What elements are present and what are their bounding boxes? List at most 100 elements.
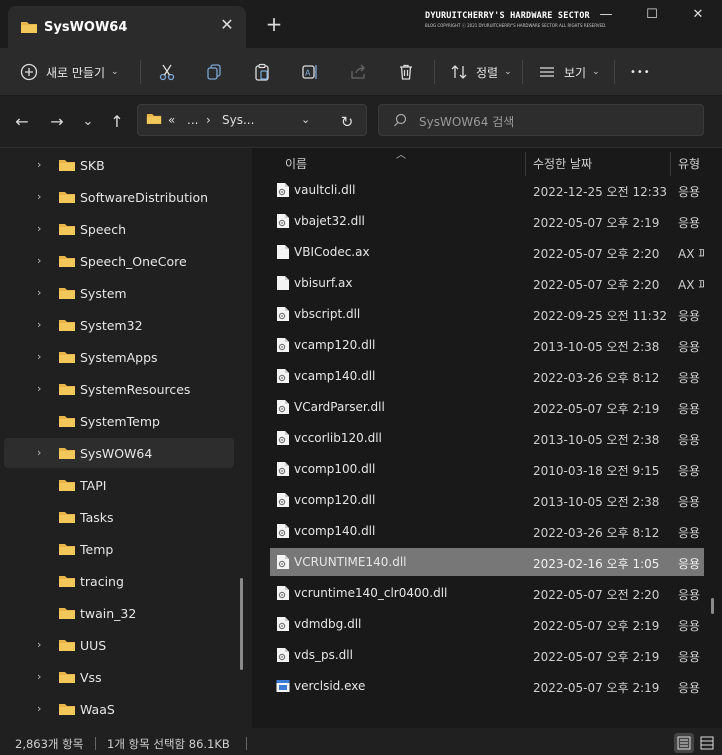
nav-tree-item[interactable]: › SystemApps <box>4 342 234 372</box>
forward-arrow-icon[interactable]: → <box>45 110 69 134</box>
file-row[interactable]: vcomp100.dll 2010-03-18 오전 9:15 응용 <box>270 455 704 483</box>
view-button[interactable]: 보기 ⌄ <box>538 56 600 88</box>
watermark-subtitle: BLOG COPYRIGHT ⓒ 2021 DYURUITCHERRY'S HA… <box>425 23 607 28</box>
file-row[interactable]: vcomp140.dll 2022-03-26 오후 8:12 응용 <box>270 517 704 545</box>
column-divider[interactable] <box>670 152 671 176</box>
address-path[interactable]: « ... › Sys... ⌄ <box>137 104 367 136</box>
nav-tree-item[interactable]: › UUS <box>4 630 234 660</box>
nav-tree-item[interactable]: › System <box>4 278 234 308</box>
minimize-button[interactable]: — <box>583 0 629 32</box>
chevron-right-icon[interactable]: › <box>37 254 49 268</box>
file-date: 2022-05-07 오후 2:20 <box>533 278 660 292</box>
sort-button[interactable]: 정렬 ⌄ <box>450 56 512 88</box>
chevron-right-icon[interactable]: › <box>37 446 49 460</box>
selection-info: 1개 항목 선택함 86.1KB <box>107 737 230 751</box>
copy-icon[interactable] <box>200 58 228 86</box>
search-box[interactable]: SysWOW64 검색 <box>378 104 704 136</box>
nav-tree-item[interactable]: SystemTemp <box>4 406 234 436</box>
chevron-right-icon[interactable]: › <box>37 382 49 396</box>
chevron-right-icon[interactable]: › <box>37 222 49 236</box>
file-row[interactable]: vcruntime140_clr0400.dll 2022-05-07 오전 2:… <box>270 579 704 607</box>
cut-icon[interactable] <box>153 58 181 86</box>
file-row[interactable]: vcamp120.dll 2013-10-05 오전 2:38 응용 <box>270 331 704 359</box>
column-date[interactable]: 수정한 날짜 <box>533 155 592 172</box>
file-row[interactable]: VCardParser.dll 2022-05-07 오후 2:19 응용 <box>270 393 704 421</box>
column-divider[interactable] <box>525 152 526 176</box>
file-list-scrollbar[interactable] <box>711 598 714 614</box>
nav-scrollbar[interactable] <box>240 578 243 670</box>
back-arrow-icon[interactable]: ← <box>10 110 34 134</box>
more-options-button[interactable]: ••• <box>630 56 651 88</box>
nav-tree-item[interactable]: › SystemResources <box>4 374 234 404</box>
nav-tree-item[interactable]: tracing <box>4 566 234 596</box>
column-name[interactable]: 이름 <box>285 155 307 172</box>
path-ellipsis[interactable]: ... <box>187 113 198 127</box>
nav-tree-item[interactable]: › SKB <box>4 150 234 180</box>
folder-icon <box>58 190 76 207</box>
new-tab-button[interactable]: + <box>262 12 286 36</box>
nav-tree-label: twain_32 <box>80 606 137 621</box>
refresh-icon[interactable]: ↻ <box>335 110 359 134</box>
chevron-right-icon[interactable]: › <box>37 190 49 204</box>
nav-tree-item[interactable]: › WaaS <box>4 694 234 724</box>
file-type: 응용 <box>678 650 701 664</box>
nav-tree-item[interactable]: › Vss <box>4 662 234 692</box>
nav-tree-item[interactable]: › SysWOW64 <box>4 438 234 468</box>
nav-tree-label: Speech_OneCore <box>80 254 187 269</box>
nav-tree-item[interactable]: › SoftwareDistribution <box>4 182 234 212</box>
nav-tree-label: SysWOW64 <box>80 446 153 461</box>
dll-file-icon <box>276 399 290 415</box>
share-icon[interactable] <box>344 58 372 86</box>
file-row[interactable]: vbscript.dll 2022-09-25 오전 11:32 응용 <box>270 300 704 328</box>
maximize-button[interactable]: ☐ <box>629 0 675 32</box>
chevron-right-icon[interactable]: › <box>37 350 49 364</box>
nav-tree-item[interactable]: › Speech_OneCore <box>4 246 234 276</box>
nav-tree-item[interactable]: › Speech <box>4 214 234 244</box>
file-row[interactable]: vccorlib120.dll 2013-10-05 오전 2:38 응용 <box>270 424 704 452</box>
nav-tree-label: SystemTemp <box>80 414 160 429</box>
up-arrow-icon[interactable]: ↑ <box>105 110 129 134</box>
file-row[interactable]: vcamp140.dll 2022-03-26 오후 8:12 응용 <box>270 362 704 390</box>
file-row[interactable]: vaultcli.dll 2022-12-25 오전 12:33 응용 <box>270 176 704 204</box>
file-row[interactable]: vcomp120.dll 2013-10-05 오전 2:38 응용 <box>270 486 704 514</box>
nav-tree-item[interactable]: TAPI <box>4 470 234 500</box>
folder-icon <box>58 670 76 687</box>
file-type: AX 피 <box>678 247 704 261</box>
nav-tree-item[interactable]: twain_32 <box>4 598 234 628</box>
file-row[interactable]: vbajet32.dll 2022-05-07 오후 2:19 응용 <box>270 207 704 235</box>
file-row[interactable]: VBICodec.ax 2022-05-07 오후 2:20 AX 피 <box>270 238 704 266</box>
chevron-down-icon[interactable]: ⌄ <box>301 113 310 126</box>
chevron-right-icon[interactable]: › <box>37 638 49 652</box>
new-button[interactable]: 새로 만들기 ⌄ <box>20 56 119 88</box>
chevron-right-icon[interactable]: › <box>37 158 49 172</box>
file-row[interactable]: vdmdbg.dll 2022-05-07 오후 2:19 응용 <box>270 610 704 638</box>
tab-syswow64[interactable]: SysWOW64 ✕ <box>8 6 246 48</box>
file-type: 응용 <box>678 495 701 509</box>
chevron-right-icon[interactable]: › <box>37 702 49 716</box>
recent-locations-chevron-icon[interactable]: ⌄ <box>76 110 100 134</box>
chevron-right-icon[interactable]: › <box>37 286 49 300</box>
file-row[interactable]: vbisurf.ax 2022-05-07 오후 2:20 AX 피 <box>270 269 704 297</box>
file-row[interactable]: vds_ps.dll 2022-05-07 오후 2:19 응용 <box>270 641 704 669</box>
column-type[interactable]: 유형 <box>678 155 700 172</box>
nav-tree-item[interactable]: Temp <box>4 534 234 564</box>
nav-tree-item[interactable]: Tasks <box>4 502 234 532</box>
nav-tree-item[interactable]: › System32 <box>4 310 234 340</box>
file-row[interactable]: VCRUNTIME140.dll 2023-02-16 오후 1:05 응용 <box>270 548 704 576</box>
folder-icon <box>58 478 76 495</box>
file-type: 응용 <box>678 433 701 447</box>
folder-icon <box>20 20 38 37</box>
rename-icon[interactable]: A <box>296 58 324 86</box>
delete-icon[interactable] <box>392 58 420 86</box>
details-view-icon[interactable] <box>674 733 694 753</box>
close-window-button[interactable]: ✕ <box>675 0 721 32</box>
chevron-right-icon[interactable]: › <box>37 318 49 332</box>
file-row[interactable]: verclsid.exe 2022-05-07 오후 2:19 응용 <box>270 672 704 700</box>
close-tab-icon[interactable]: ✕ <box>216 14 238 36</box>
path-current[interactable]: Sys... <box>222 113 254 127</box>
path-overflow[interactable]: « <box>168 113 175 127</box>
tiles-view-icon[interactable] <box>697 733 717 753</box>
dll-file-icon <box>276 585 290 601</box>
paste-icon[interactable] <box>248 58 276 86</box>
chevron-right-icon[interactable]: › <box>37 670 49 684</box>
